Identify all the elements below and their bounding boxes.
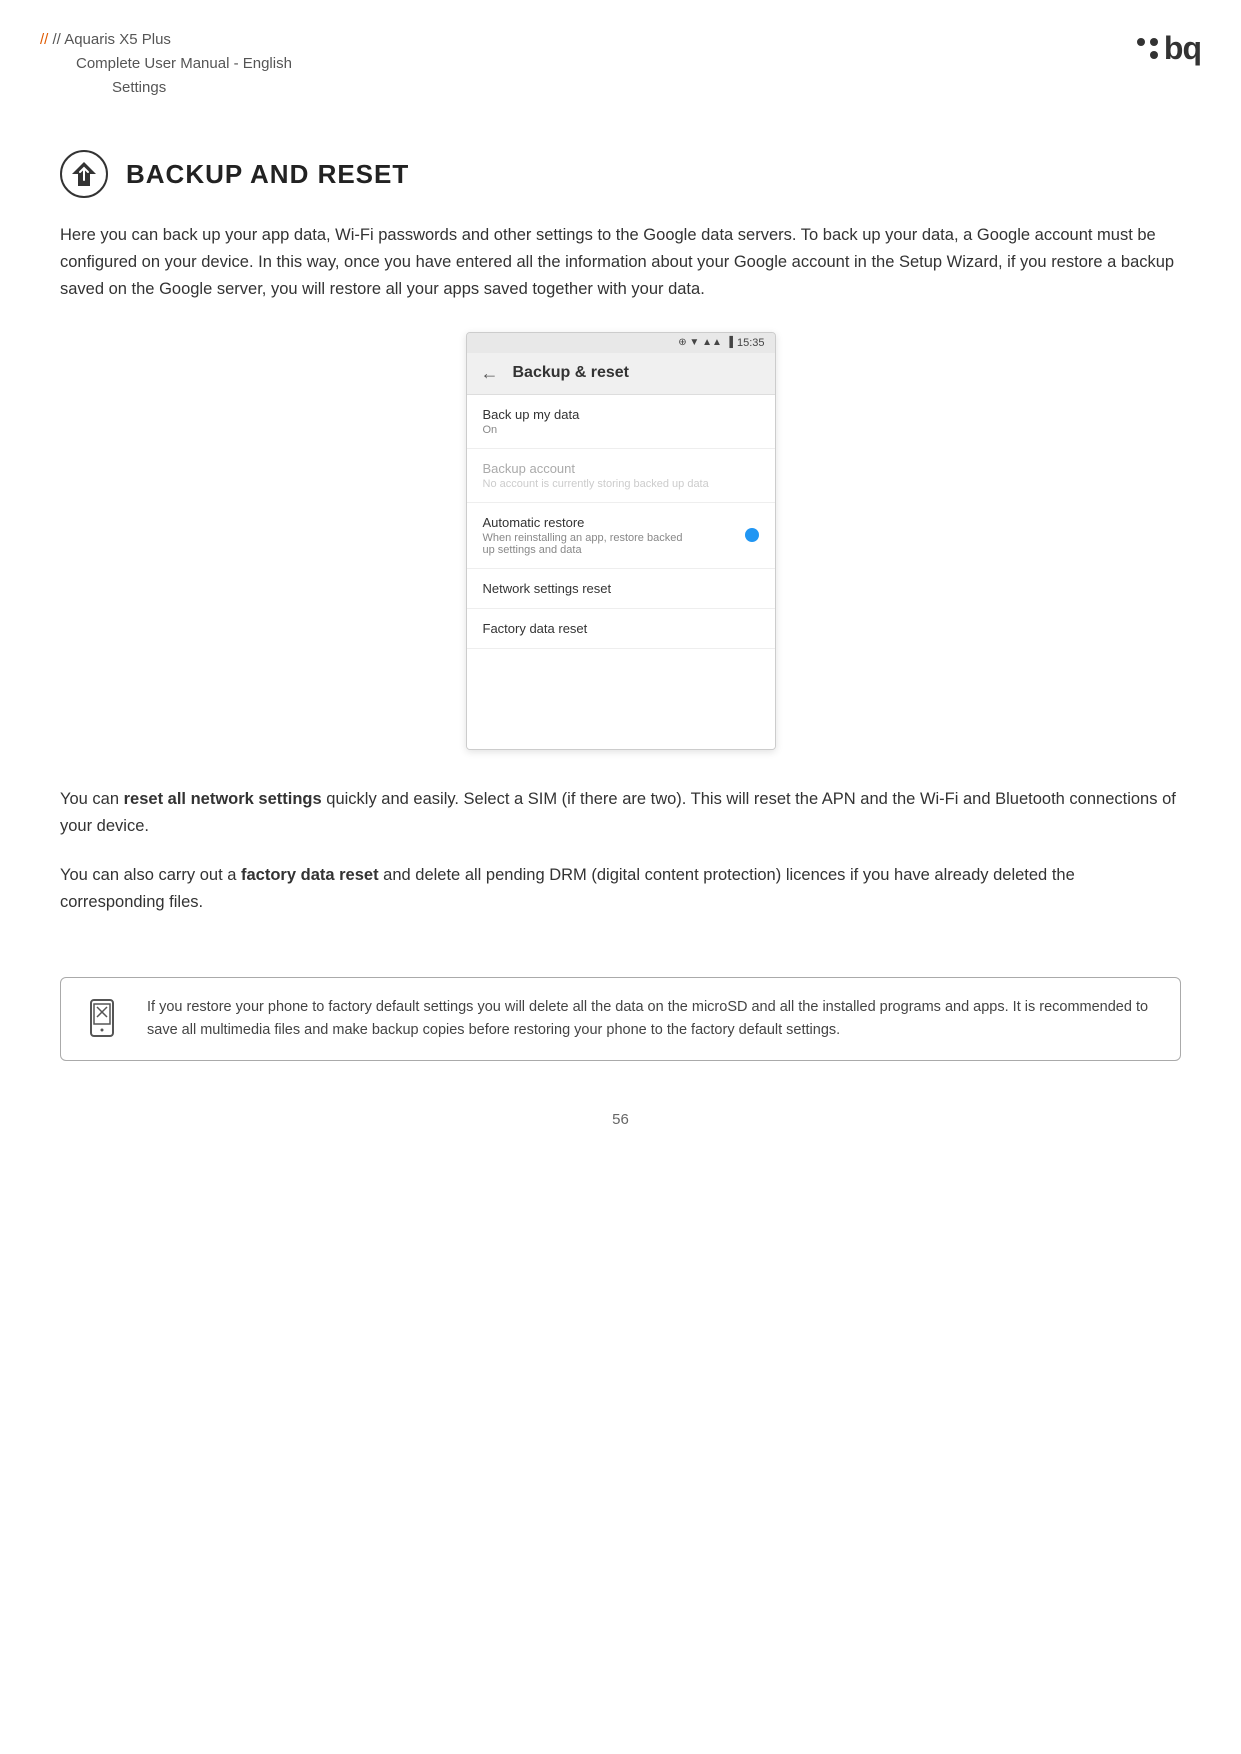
main-content: BACKUP AND RESET Here you can back up yo… (0, 120, 1241, 1061)
section-heading: BACKUP AND RESET (60, 150, 1181, 198)
backup-icon (60, 150, 108, 198)
header-line1: // // Aquaris X5 Plus (40, 28, 292, 52)
phone-status-bar: ⊕ ▼ ▲▲ ▐ 15:35 (467, 333, 775, 353)
warning-text: If you restore your phone to factory def… (147, 996, 1158, 1042)
page-header: // // Aquaris X5 Plus Complete User Manu… (0, 0, 1241, 120)
factory-data-reset-title: Factory data reset (483, 621, 759, 636)
phone-screen-title: Backup & reset (513, 364, 630, 382)
phone-settings-list: Back up my data On Backup account No acc… (467, 395, 775, 749)
clock: 15:35 (737, 337, 765, 349)
factory-data-reset-item[interactable]: Factory data reset (467, 609, 775, 649)
bq-dots (1137, 32, 1158, 59)
header-line2: Complete User Manual - English (40, 52, 292, 76)
bq-text: bq (1164, 32, 1201, 64)
warning-box: If you restore your phone to factory def… (60, 977, 1181, 1061)
network-reset-text-before: You can (60, 790, 124, 808)
automatic-restore-text: Automatic restore When reinstalling an a… (483, 515, 683, 556)
backup-account-subtitle: No account is currently storing backed u… (483, 478, 759, 490)
network-reset-bold: reset all network settings (124, 790, 322, 808)
status-icons: ⊕ ▼ ▲▲ (678, 337, 722, 348)
phone-back-button[interactable]: ← (481, 363, 499, 384)
backup-account-item[interactable]: Backup account No account is currently s… (467, 449, 775, 503)
backup-my-data-title: Back up my data (483, 407, 759, 422)
phone-toolbar: ← Backup & reset (467, 353, 775, 395)
backup-account-title: Backup account (483, 461, 759, 476)
automatic-restore-item[interactable]: Automatic restore When reinstalling an a… (467, 503, 775, 569)
automatic-restore-subtitle: When reinstalling an app, restore backed… (483, 532, 683, 556)
factory-reset-paragraph: You can also carry out a factory data re… (60, 862, 1181, 916)
bq-logo: bq (1137, 28, 1201, 64)
slash-decoration: // (40, 31, 53, 48)
header-line3: Settings (40, 76, 292, 100)
backup-my-data-subtitle: On (483, 424, 759, 436)
factory-reset-text-before: You can also carry out a (60, 866, 241, 884)
intro-paragraph: Here you can back up your app data, Wi-F… (60, 222, 1181, 304)
network-settings-reset-title: Network settings reset (483, 581, 759, 596)
page-number: 56 (0, 1091, 1241, 1158)
section-title: BACKUP AND RESET (126, 159, 409, 190)
phone-mockup-container: ⊕ ▼ ▲▲ ▐ 15:35 ← Backup & reset Back up … (60, 332, 1181, 750)
automatic-restore-toggle[interactable] (745, 528, 759, 542)
warning-icon (83, 996, 127, 1040)
phone-mockup: ⊕ ▼ ▲▲ ▐ 15:35 ← Backup & reset Back up … (466, 332, 776, 750)
factory-reset-bold: factory data reset (241, 866, 379, 884)
automatic-restore-title: Automatic restore (483, 515, 683, 530)
backup-my-data-item[interactable]: Back up my data On (467, 395, 775, 449)
header-text: // // Aquaris X5 Plus Complete User Manu… (40, 28, 292, 100)
battery-icon: ▐ (726, 337, 733, 348)
automatic-restore-row: Automatic restore When reinstalling an a… (483, 515, 759, 556)
phone-empty-space (467, 649, 775, 749)
network-settings-reset-item[interactable]: Network settings reset (467, 569, 775, 609)
network-reset-paragraph: You can reset all network settings quick… (60, 786, 1181, 840)
